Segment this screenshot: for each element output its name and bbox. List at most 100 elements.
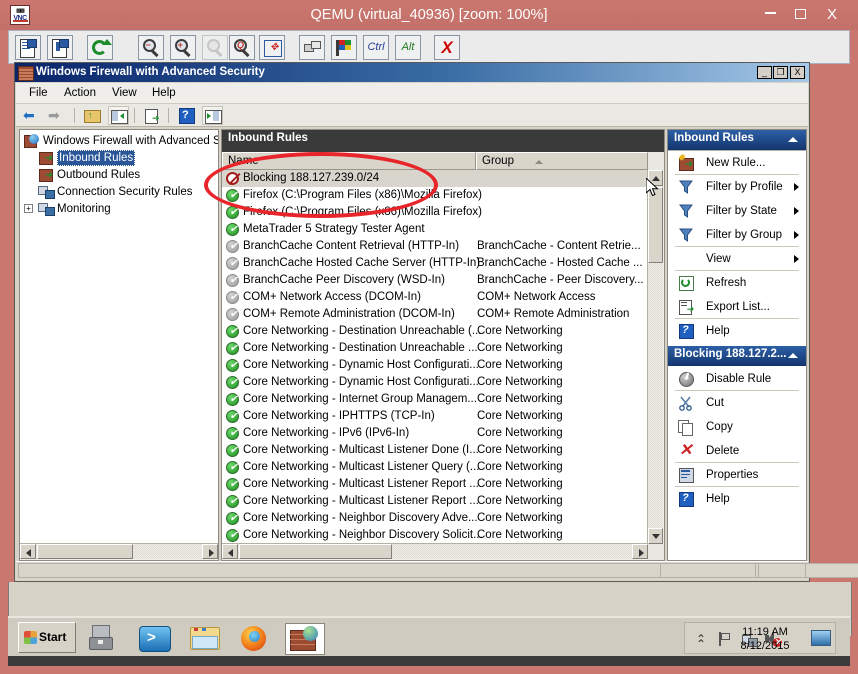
server-manager-icon[interactable] [86,623,124,653]
file-explorer-icon[interactable] [186,623,224,653]
table-row[interactable]: Blocking 188.127.239.0/24 [222,170,650,187]
table-row[interactable]: ✔ COM+ Network Access (DCOM-In) COM+ Netwo… [222,289,650,306]
table-row[interactable]: ✔ BranchCache Content Retrieval (HTTP-In)… [222,238,650,255]
start-button[interactable]: Start [18,622,76,653]
action-item-cut[interactable]: Cut [668,391,806,415]
action-item-copy[interactable]: Copy [668,415,806,439]
table-row[interactable]: ✔ Core Networking - Multicast Listener Re… [222,476,650,493]
action-item-filter-by-profile[interactable]: Filter by Profile [668,175,806,199]
rule-enabled-icon: ✔ [226,342,239,355]
action-item-view[interactable]: View [668,247,806,271]
alt-key-button[interactable]: Alt [395,35,421,60]
action-item-new-rule[interactable]: ➜ ✹ New Rule... [668,151,806,175]
export-list-icon[interactable]: ➜ [142,106,163,125]
list-scroll-thumb[interactable] [648,187,663,263]
list-scroll-right-button[interactable] [632,544,648,559]
zoom-100-icon[interactable]: Q [229,35,255,60]
expand-monitoring-icon[interactable]: + [24,204,33,213]
table-row[interactable]: ✔ Core Networking - IPv6 (IPv6-In) Core Ne… [222,425,650,442]
send-ctrl-alt-del-icon[interactable] [331,35,357,60]
list-scroll-up-button[interactable] [648,170,663,186]
zoom-in-icon[interactable]: + [170,35,196,60]
actions-group-header-1[interactable]: Blocking 188.127.2... [668,346,806,366]
table-row[interactable]: ✔ Core Networking - IPHTTPS (TCP-In) Core … [222,408,650,425]
menu-view[interactable]: View [107,85,142,101]
show-hidden-icons-icon[interactable]: ⌃ ⌃ [693,631,709,651]
powershell-icon[interactable]: > [136,623,174,653]
column-header-group[interactable]: Group [476,152,648,170]
action-item-disable-rule[interactable]: ⬇ Disable Rule [668,367,806,391]
table-row[interactable]: ✔ Core Networking - Multicast Listener Qu… [222,459,650,476]
clock-date[interactable]: 8/12/2015 [729,639,801,653]
tree-scroll-left-button[interactable] [20,544,36,559]
tree-label-connection-security-rules: Connection Security Rules [57,186,193,198]
action-item-filter-by-state[interactable]: Filter by State [668,199,806,223]
connection-options-icon[interactable] [15,35,41,60]
table-row[interactable]: ✔ Core Networking - Internet Group Manage… [222,391,650,408]
rule-group-cell: Core Networking [477,478,563,490]
firefox-icon[interactable] [236,623,274,653]
actions-group-header-0[interactable]: Inbound Rules [668,130,806,150]
action-item-help[interactable]: ? Help [668,487,806,511]
menu-action[interactable]: Action [59,85,101,101]
table-row[interactable]: ✔ Firefox (C:\Program Files (x86)\Mozilla… [222,187,650,204]
table-row[interactable]: ✔ COM+ Remote Administration (DCOM-In) COM… [222,306,650,323]
column-header-name[interactable]: Name [222,152,476,170]
up-folder-icon[interactable]: ↑ [82,106,103,125]
table-row[interactable]: ✔ Core Networking - Dynamic Host Configur… [222,374,650,391]
tree-horizontal-scrollbar[interactable] [20,543,218,560]
table-row[interactable]: ✔ BranchCache Hosted Cache Server (HTTP-I… [222,255,650,272]
firewall-minimize-button[interactable]: _ [757,66,772,79]
action-item-properties[interactable]: Properties [668,463,806,487]
table-row[interactable]: ✔ Core Networking - Destination Unreachab… [222,340,650,357]
collapse-caret-icon[interactable] [788,353,798,358]
vnc-maximize-button[interactable] [788,4,812,26]
show-hide-tree-icon[interactable] [108,106,129,125]
show-action-pane-icon[interactable] [202,106,223,125]
table-row[interactable]: ✔ Core Networking - Neighbor Discovery Ad… [222,510,650,527]
zoom-out-icon[interactable]: − [138,35,164,60]
action-item-refresh[interactable]: Refresh [668,271,806,295]
rule-enabled-icon: ✔ [226,529,239,542]
table-row[interactable]: ✔ BranchCache Peer Discovery (WSD-In) Bran… [222,272,650,289]
collapse-caret-icon[interactable] [788,137,798,142]
show-desktop-button[interactable] [811,630,831,646]
table-row[interactable]: ✔ Core Networking - Destination Unreachab… [222,323,650,340]
list-vertical-scrollbar[interactable] [647,170,664,544]
action-item-help[interactable]: ? Help [668,319,806,343]
vnc-window-title: QEMU (virtual_40936) [zoom: 100%] [310,7,548,23]
table-row[interactable]: ✔ Core Networking - Dynamic Host Configur… [222,357,650,374]
table-row[interactable]: ✔ Core Networking - Neighbor Discovery So… [222,527,650,544]
tree-scroll-thumb[interactable] [37,544,133,559]
vnc-close-button[interactable]: X [820,4,844,26]
disconnect-button[interactable]: X [434,35,460,60]
windows-firewall-icon[interactable] [285,623,325,655]
back-arrow-icon[interactable]: ⬅ [22,106,43,125]
clock-time[interactable]: 11:19 AM [729,625,801,639]
list-horizontal-scrollbar[interactable] [222,543,648,560]
refresh-screen-icon[interactable] [87,35,113,60]
send-keys-icon[interactable] [299,35,325,60]
list-scroll-down-button[interactable] [648,528,663,544]
action-item-filter-by-group[interactable]: Filter by Group [668,223,806,247]
action-item-export-list[interactable]: ➜ Export List... [668,295,806,319]
table-row[interactable]: ✔ Core Networking - Multicast Listener Re… [222,493,650,510]
firewall-maximize-button[interactable]: ❐ [773,66,788,79]
tree-scroll-right-button[interactable] [202,544,218,559]
connection-info-icon[interactable] [47,35,73,60]
menu-file[interactable]: File [24,85,53,101]
help-icon[interactable]: ? [176,106,197,125]
list-hscroll-thumb[interactable] [239,544,392,559]
action-item-delete[interactable]: ✕ Delete [668,439,806,463]
forward-arrow-icon[interactable]: ➡ [47,106,68,125]
fit-window-icon[interactable]: ✥ [259,35,285,60]
list-scroll-left-button[interactable] [222,544,238,559]
ctrl-key-button[interactable]: Ctrl [363,35,389,60]
firewall-close-button[interactable]: X [790,66,805,79]
table-row[interactable]: ✔ Firefox (C:\Program Files (x86)\Mozilla… [222,204,650,221]
table-row[interactable]: ✔ MetaTrader 5 Strategy Tester Agent [222,221,650,238]
menu-help[interactable]: Help [147,85,181,101]
vnc-minimize-button[interactable] [758,4,782,26]
refresh-icon [678,275,694,291]
table-row[interactable]: ✔ Core Networking - Multicast Listener Do… [222,442,650,459]
